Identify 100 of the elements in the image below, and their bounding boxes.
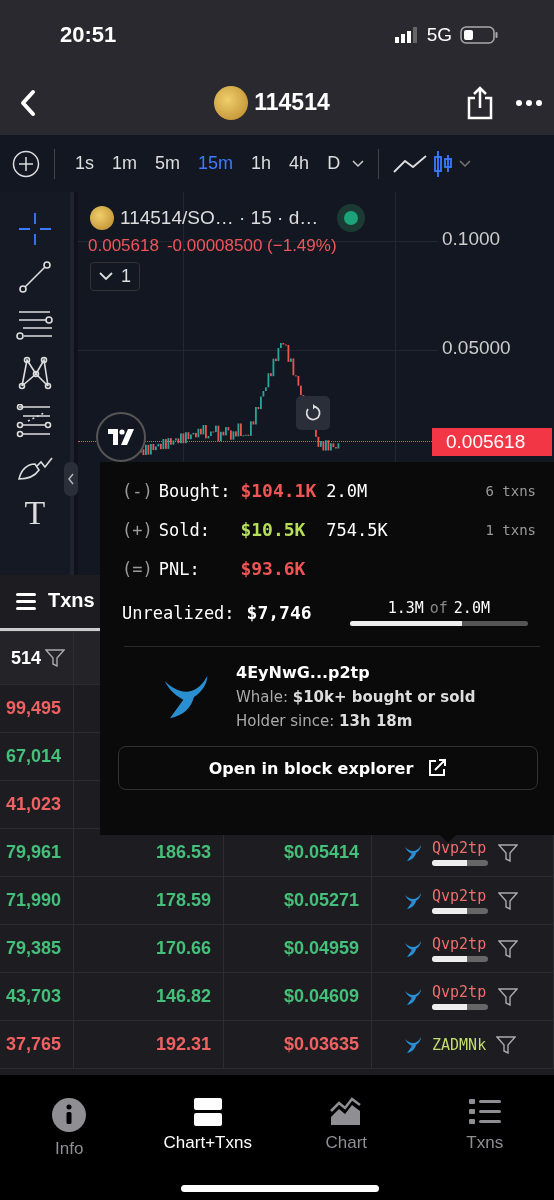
timeframe-tab[interactable]: 15m	[192, 153, 240, 174]
price-change: -0.00008500 (−1.49%)	[166, 236, 337, 256]
nav-tab[interactable]: Chart+Txns	[138, 1097, 277, 1163]
token-title: 114514	[254, 89, 330, 116]
table-cell: 99,495	[5, 698, 61, 719]
filter-icon[interactable]	[498, 891, 518, 910]
candlestick-icon[interactable]	[433, 149, 454, 178]
list-icon[interactable]	[468, 1097, 501, 1127]
more-icon[interactable]	[516, 99, 542, 106]
trader-name[interactable]: Qvp2tp	[432, 887, 488, 905]
reset-button[interactable]	[296, 396, 330, 430]
collapse-handle[interactable]	[64, 462, 78, 496]
external-link-icon[interactable]	[427, 758, 448, 778]
price-axis-label: 0.1000	[442, 228, 501, 250]
trader-name[interactable]: ZADMNk	[432, 1035, 487, 1054]
nav-tab[interactable]: Info	[0, 1097, 139, 1163]
battery-icon	[460, 26, 498, 44]
stat-amount: 754.5K	[326, 519, 388, 540]
table-cell: $0.05414	[283, 842, 359, 863]
of-label: of	[429, 599, 448, 617]
table-cell: 37,765	[5, 1034, 61, 1055]
total-amount: 2.0M	[453, 599, 490, 617]
parallel-lines-icon[interactable]	[16, 308, 54, 342]
timeframe-tab[interactable]: 1s	[69, 153, 100, 174]
unrealized-label: Unrealized:	[122, 602, 235, 623]
txn-count: 1 txns	[485, 521, 536, 538]
timeframe-tab[interactable]: 1h	[245, 153, 278, 174]
column-header: 514	[10, 647, 41, 669]
split-view-icon[interactable]	[192, 1097, 223, 1127]
price-axis-label: 0.05000	[442, 337, 511, 359]
stat-value: $104.1K	[240, 480, 317, 501]
trader-name[interactable]: Qvp2tp	[432, 983, 488, 1001]
info-icon[interactable]	[51, 1097, 88, 1133]
timeframe-tab[interactable]: 4h	[283, 153, 316, 174]
add-icon[interactable]	[12, 149, 40, 178]
txn-count: 6 txns	[485, 482, 536, 499]
table-cell: 192.31	[155, 1034, 211, 1055]
timeframe-tab[interactable]: D	[321, 153, 347, 174]
table-cell: 146.82	[155, 986, 211, 1007]
table-cell: 79,385	[5, 938, 61, 959]
nav-tab[interactable]: Txns	[415, 1097, 554, 1163]
filter-icon[interactable]	[498, 987, 518, 1006]
stat-sign: (=)	[122, 558, 153, 579]
holding-bar	[432, 860, 488, 866]
text-tool[interactable]: T	[24, 496, 46, 530]
crosshair-icon[interactable]	[18, 212, 52, 246]
token-avatar	[214, 85, 249, 120]
filter-icon[interactable]	[498, 843, 518, 862]
table-cell: $0.04959	[283, 938, 359, 959]
holder-since: Holder since: 13h 18m	[236, 712, 414, 730]
whale-description: Whale: $10k+ bought or sold	[236, 688, 476, 706]
trader-name[interactable]: Qvp2tp	[432, 839, 488, 857]
table-cell: 41,023	[5, 794, 61, 815]
price-tag: 0.005618	[432, 428, 552, 456]
holding-bar	[432, 1004, 488, 1010]
reset-icon[interactable]	[304, 404, 322, 422]
area-chart-icon[interactable]	[330, 1097, 363, 1127]
stat-amount: 2.0M	[326, 480, 368, 501]
table-cell: 79,961	[5, 842, 61, 863]
block-explorer-button[interactable]: Open in block explorer	[118, 746, 538, 790]
holding-bar	[432, 908, 488, 914]
back-button[interactable]	[18, 87, 38, 118]
filter-icon[interactable]	[498, 939, 518, 958]
fib-levels-icon[interactable]	[16, 404, 54, 438]
table-cell: 170.66	[155, 938, 211, 959]
stat-label: Sold:	[158, 519, 210, 540]
tradingview-logo[interactable]	[96, 412, 146, 462]
table-cell: 71,990	[5, 890, 61, 911]
table-cell: 178.59	[155, 890, 211, 911]
filter-icon[interactable]	[496, 1035, 517, 1054]
filter-icon[interactable]	[45, 649, 65, 667]
table-cell: 186.53	[155, 842, 211, 863]
list-icon[interactable]	[16, 591, 38, 610]
trend-line-icon[interactable]	[18, 260, 52, 294]
trader-name[interactable]: Qvp2tp	[432, 935, 488, 953]
timeframe-tab[interactable]: 1m	[106, 153, 144, 174]
table-cell: 43,703	[5, 986, 61, 1007]
unrealized-value: $7,746	[246, 602, 312, 623]
whale-tail-icon	[404, 940, 422, 957]
stat-value: $10.5K	[240, 519, 307, 540]
table-cell: 67,014	[5, 746, 61, 767]
wallet-address: 4EyNwG...p2tp	[236, 663, 371, 682]
stat-label: PNL:	[158, 558, 200, 579]
whale-tail-icon	[404, 1036, 422, 1053]
stat-value: $93.6K	[240, 558, 307, 579]
indicators-toggle[interactable]: 1	[90, 262, 140, 291]
share-icon[interactable]	[466, 85, 494, 120]
holding-bar	[432, 956, 488, 962]
stat-sign: (+)	[122, 519, 153, 540]
last-price: 0.005618	[88, 236, 159, 256]
timeframe-tab[interactable]: 5m	[149, 153, 187, 174]
held-amount: 1.3M	[387, 599, 424, 617]
line-chart-icon[interactable]	[393, 153, 428, 174]
stat-label: Bought:	[158, 480, 231, 501]
pattern-icon[interactable]	[17, 356, 53, 390]
chevron-down-icon[interactable]	[352, 159, 365, 168]
chart-legend: 114514/SO… · 15 · d…	[120, 207, 319, 229]
nav-tab[interactable]: Chart	[277, 1097, 416, 1163]
whale-tail-icon	[404, 844, 422, 861]
table-cell: $0.04609	[283, 986, 359, 1007]
